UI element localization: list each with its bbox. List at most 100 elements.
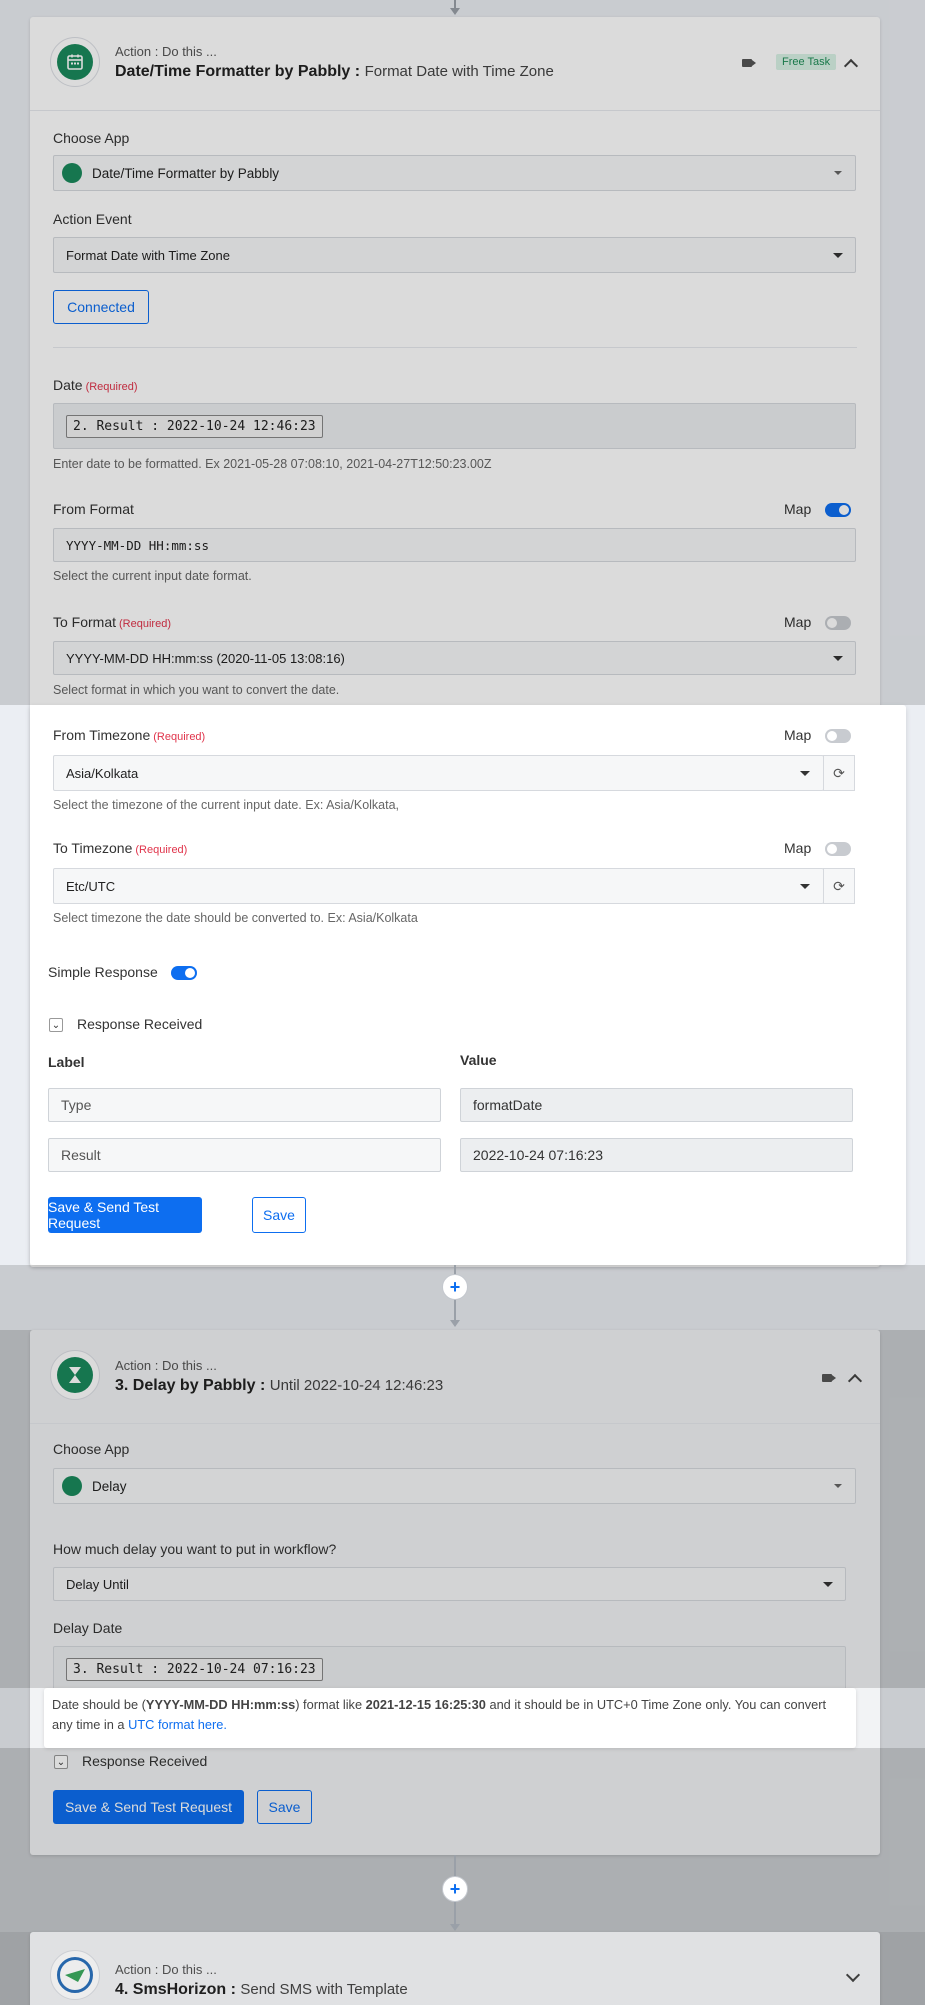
free-task-badge: Free Task: [776, 54, 837, 70]
to-timezone-refresh-icon[interactable]: ⟳: [823, 868, 855, 904]
from-timezone-map-toggle[interactable]: [825, 729, 851, 743]
from-timezone-help: Select the timezone of the current input…: [53, 798, 400, 812]
step-title: Date/Time Formatter by Pabbly : Format D…: [115, 63, 554, 81]
step-card-delay: Action : Do this ... 3. Delay by Pabbly …: [30, 1330, 880, 1855]
response-received-checkbox[interactable]: ⌄: [54, 1755, 68, 1769]
chevron-down-icon: [833, 253, 843, 258]
to-format-map-toggle[interactable]: [825, 616, 851, 630]
choose-app-label: Choose App: [53, 130, 130, 146]
choose-app-value: Delay: [92, 1478, 127, 1494]
step-subtitle: Action : Do this ...: [115, 1962, 217, 1977]
date-label-text: Date: [53, 377, 83, 393]
required-tag: (Required): [119, 618, 171, 630]
step-title-app: 4. SmsHorizon :: [115, 1981, 236, 1998]
app-icon-wrapper: [50, 1950, 100, 2000]
calendar-icon: [57, 44, 93, 80]
utc-format-link[interactable]: UTC format here.: [128, 1717, 227, 1732]
delay-date-token[interactable]: 3. Result : 2022-10-24 07:16:23: [66, 1657, 323, 1681]
note-example: 2021-12-15 16:25:30: [365, 1697, 486, 1712]
date-label: Date (Required): [53, 377, 138, 393]
from-timezone-label: From Timezone (Required): [53, 727, 205, 743]
video-icon[interactable]: [742, 59, 756, 67]
choose-app-select[interactable]: Date/Time Formatter by Pabbly: [53, 155, 856, 191]
note-format: YYYY-MM-DD HH:mm:ss: [145, 1697, 296, 1712]
to-timezone-select[interactable]: Etc/UTC: [53, 868, 824, 904]
delay-type-value: Delay Until: [66, 1576, 129, 1592]
toggle-knob: [827, 844, 837, 854]
delay-app-icon: [62, 1476, 82, 1496]
video-icon[interactable]: [822, 1374, 836, 1382]
toggle-knob: [839, 505, 849, 515]
to-format-label-text: To Format: [53, 614, 117, 630]
choose-app-value: Date/Time Formatter by Pabbly: [92, 165, 280, 181]
save-button[interactable]: Save: [257, 1790, 312, 1824]
note-mid: ) format like: [295, 1697, 366, 1712]
step-header[interactable]: Action : Do this ... Date/Time Formatter…: [30, 17, 880, 111]
save-send-test-button[interactable]: Save & Send Test Request: [48, 1197, 202, 1233]
toggle-knob: [185, 968, 195, 978]
step-title-detail: Until 2022-10-24 12:46:23: [269, 1377, 444, 1394]
top-connector-arrow: [450, 8, 460, 15]
to-format-map-label: Map: [784, 614, 812, 630]
action-event-label: Action Event: [53, 211, 132, 227]
collapse-chevron-icon[interactable]: [843, 58, 859, 74]
step-card-smshorizon: Action : Do this ... 4. SmsHorizon : Sen…: [30, 1932, 880, 2005]
step-subtitle: Action : Do this ...: [115, 1358, 217, 1373]
app-icon-wrapper: [50, 1350, 100, 1400]
response-received-label: Response Received: [77, 1016, 203, 1032]
collapse-chevron-icon[interactable]: [847, 1373, 863, 1389]
to-timezone-label-text: To Timezone: [53, 840, 133, 856]
from-format-map-toggle[interactable]: [825, 503, 851, 517]
to-timezone-map-toggle[interactable]: [825, 842, 851, 856]
delay-date-input[interactable]: 3. Result : 2022-10-24 07:16:23: [53, 1646, 846, 1692]
response-row-value[interactable]: 2022-10-24 07:16:23: [460, 1138, 853, 1172]
step-title: 4. SmsHorizon : Send SMS with Template: [115, 1981, 408, 1999]
connector-arrow: [450, 1320, 460, 1327]
to-format-value: YYYY-MM-DD HH:mm:ss (2020-11-05 13:08:16…: [66, 650, 345, 666]
connector-arrow: [450, 1924, 460, 1931]
from-timezone-value: Asia/Kolkata: [66, 765, 139, 781]
to-timezone-label: To Timezone (Required): [53, 840, 187, 856]
delay-question-label: How much delay you want to put in workfl…: [53, 1541, 337, 1557]
simple-response-toggle[interactable]: [171, 966, 197, 980]
choose-app-select[interactable]: Delay: [53, 1468, 856, 1504]
delay-date-note: Date should be (YYYY-MM-DD HH:mm:ss) for…: [44, 1688, 856, 1748]
from-timezone-select[interactable]: Asia/Kolkata: [53, 755, 824, 791]
step-subtitle: Action : Do this ...: [115, 44, 217, 59]
response-received-label: Response Received: [82, 1753, 208, 1769]
date-token[interactable]: 2. Result : 2022-10-24 12:46:23: [66, 414, 323, 438]
expand-chevron-icon[interactable]: [845, 1967, 861, 1983]
response-received-checkbox[interactable]: ⌄: [49, 1018, 63, 1032]
step-title-detail: Format Date with Time Zone: [364, 63, 554, 80]
from-timezone-refresh-icon[interactable]: ⟳: [823, 755, 855, 791]
from-format-help: Select the current input date format.: [53, 569, 252, 583]
date-help: Enter date to be formatted. Ex 2021-05-2…: [53, 457, 492, 471]
date-input[interactable]: 2. Result : 2022-10-24 12:46:23: [53, 403, 856, 449]
response-row-value[interactable]: formatDate: [460, 1088, 853, 1122]
timezone-panel: From Timezone (Required) Map Asia/Kolkata…: [30, 705, 906, 1265]
step-title-detail: Send SMS with Template: [240, 1981, 408, 1998]
response-row-label: Type: [48, 1088, 441, 1122]
add-step-button[interactable]: +: [442, 1274, 468, 1300]
save-button[interactable]: Save: [252, 1197, 306, 1233]
to-format-select[interactable]: YYYY-MM-DD HH:mm:ss (2020-11-05 13:08:16…: [53, 641, 856, 675]
chevron-down-icon: [834, 1484, 842, 1488]
add-step-button[interactable]: +: [442, 1876, 468, 1902]
chevron-down-icon: [833, 656, 843, 661]
hourglass-icon: [57, 1357, 93, 1393]
action-event-select[interactable]: Format Date with Time Zone: [53, 237, 856, 273]
delay-type-select[interactable]: Delay Until: [53, 1567, 846, 1601]
choose-app-label: Choose App: [53, 1441, 130, 1457]
from-timezone-map-label: Map: [784, 727, 812, 743]
to-format-label: To Format (Required): [53, 614, 171, 630]
app-icon-wrapper: [50, 37, 100, 87]
save-send-test-button[interactable]: Save & Send Test Request: [53, 1790, 244, 1824]
from-format-input[interactable]: YYYY-MM-DD HH:mm:ss: [53, 528, 856, 562]
connected-button[interactable]: Connected: [53, 290, 149, 324]
note-prefix: Date should be (: [52, 1697, 146, 1712]
action-event-value: Format Date with Time Zone: [66, 247, 230, 263]
response-row-label: Result: [48, 1138, 441, 1172]
step-header[interactable]: Action : Do this ... 3. Delay by Pabbly …: [30, 1330, 880, 1424]
step-title-app: Date/Time Formatter by Pabbly :: [115, 63, 361, 80]
smshorizon-logo-icon: [57, 1957, 93, 1993]
